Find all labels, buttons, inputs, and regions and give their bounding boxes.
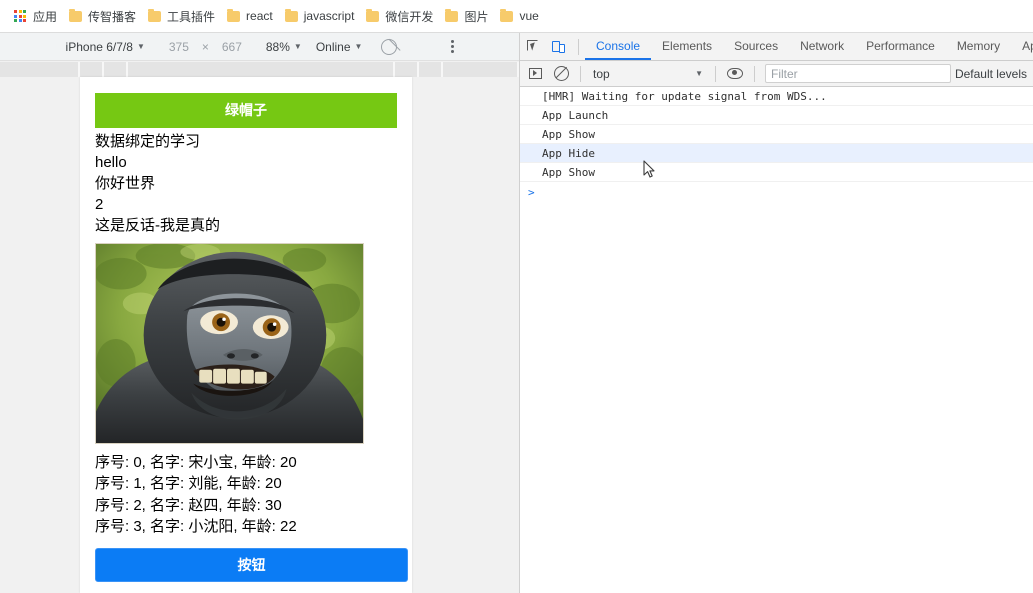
folder-icon bbox=[500, 11, 513, 22]
console-log-row[interactable]: App Hide bbox=[520, 144, 1033, 163]
apps-grid-icon bbox=[14, 10, 26, 22]
network-value: Online bbox=[316, 40, 351, 54]
device-select[interactable]: iPhone 6/7/8 ▼ bbox=[63, 40, 148, 54]
console-log-row[interactable]: [HMR] Waiting for update signal from WDS… bbox=[520, 87, 1033, 106]
device-name: iPhone 6/7/8 bbox=[66, 40, 133, 54]
page-title: 绿帽子 bbox=[95, 93, 397, 128]
browser-window: 应用 传智播客 工具插件 react javascript 微信开发 图片 vue iPho… bbox=[0, 0, 1033, 593]
console-toolbar: top ▼ Default levels bbox=[520, 61, 1033, 87]
list-item: 序号: 0, 名字: 宋小宝, 年龄: 20 bbox=[95, 452, 397, 474]
tab-console[interactable]: Console bbox=[585, 33, 651, 60]
bookmark-item[interactable]: 图片 bbox=[439, 5, 494, 27]
bookmark-item[interactable]: 工具插件 bbox=[142, 5, 221, 27]
tab-appli[interactable]: Appli bbox=[1011, 33, 1033, 60]
folder-icon bbox=[285, 11, 298, 22]
page-text-line: hello bbox=[95, 152, 397, 173]
network-throttle-select[interactable]: Online ▼ bbox=[313, 40, 366, 54]
toolbar-divider bbox=[578, 39, 579, 55]
console-log-row[interactable]: App Launch bbox=[520, 106, 1033, 125]
folder-icon bbox=[445, 11, 458, 22]
bookmark-item[interactable]: javascript bbox=[279, 5, 361, 27]
list-item: 序号: 3, 名字: 小沈阳, 年龄: 22 bbox=[95, 516, 397, 538]
chevron-down-icon: ▼ bbox=[355, 43, 363, 51]
dimension-separator: × bbox=[202, 40, 209, 54]
page-text-line: 这是反话-我是真的 bbox=[95, 215, 397, 236]
kebab-menu-icon[interactable] bbox=[449, 38, 456, 55]
console-log-row[interactable]: App Show bbox=[520, 125, 1033, 144]
execution-context-value: top bbox=[593, 67, 610, 81]
rendered-page: 绿帽子 数据绑定的学习hello你好世界2这是反话-我是真的 bbox=[80, 77, 412, 593]
folder-icon bbox=[69, 11, 82, 22]
page-text-line: 你好世界 bbox=[95, 173, 397, 194]
toolbar-divider bbox=[580, 66, 581, 82]
clear-console-icon[interactable] bbox=[548, 61, 574, 87]
record-list: 序号: 0, 名字: 宋小宝, 年龄: 20序号: 1, 名字: 刘能, 年龄:… bbox=[95, 452, 397, 538]
tab-memory[interactable]: Memory bbox=[946, 33, 1011, 60]
devtools-tabbar: ConsoleElementsSourcesNetworkPerformance… bbox=[520, 33, 1033, 61]
viewport-height-input[interactable]: 667 bbox=[215, 40, 249, 54]
bookmark-item[interactable]: react bbox=[221, 5, 279, 27]
live-expression-icon[interactable] bbox=[722, 61, 748, 87]
console-log-area[interactable]: [HMR] Waiting for update signal from WDS… bbox=[520, 87, 1033, 592]
zoom-value: 88% bbox=[266, 40, 290, 54]
tab-network[interactable]: Network bbox=[789, 33, 855, 60]
bookmarks-bar: 应用 传智播客 工具插件 react javascript 微信开发 图片 vue bbox=[0, 0, 1033, 33]
viewport-ruler bbox=[0, 62, 519, 77]
text-lines: 数据绑定的学习hello你好世界2这是反话-我是真的 bbox=[95, 128, 397, 236]
action-button[interactable]: 按钮 bbox=[95, 548, 408, 582]
inspect-element-icon[interactable] bbox=[520, 34, 546, 60]
bookmark-label: javascript bbox=[304, 9, 355, 23]
chevron-down-icon: ▼ bbox=[294, 43, 302, 51]
bookmark-label: 微信开发 bbox=[385, 8, 433, 25]
list-item: 序号: 2, 名字: 赵四, 年龄: 30 bbox=[95, 495, 397, 517]
tab-performance[interactable]: Performance bbox=[855, 33, 946, 60]
device-toolbar-icon[interactable] bbox=[546, 34, 572, 60]
toolbar-divider bbox=[754, 66, 755, 82]
tab-elements[interactable]: Elements bbox=[651, 33, 723, 60]
console-filter-input[interactable] bbox=[765, 64, 951, 83]
execution-context-select[interactable]: top ▼ bbox=[587, 67, 709, 81]
folder-icon bbox=[227, 11, 240, 22]
prompt-caret-icon: > bbox=[528, 186, 535, 199]
devtools-panel: ConsoleElementsSourcesNetworkPerformance… bbox=[519, 33, 1033, 593]
device-viewport: 绿帽子 数据绑定的学习hello你好世界2这是反话-我是真的 bbox=[0, 77, 519, 593]
zoom-select[interactable]: 88% ▼ bbox=[263, 40, 305, 54]
bookmark-label: 图片 bbox=[464, 8, 488, 25]
list-item: 序号: 1, 名字: 刘能, 年龄: 20 bbox=[95, 473, 397, 495]
page-text-line: 2 bbox=[95, 194, 397, 215]
bookmark-item[interactable]: 传智播客 bbox=[63, 5, 142, 27]
bookmark-apps[interactable]: 应用 bbox=[6, 5, 63, 27]
console-sidebar-icon[interactable] bbox=[522, 61, 548, 87]
viewport-width-input[interactable]: 375 bbox=[162, 40, 196, 54]
chevron-down-icon: ▼ bbox=[695, 70, 703, 78]
device-emulation-pane: iPhone 6/7/8 ▼ 375 × 667 88% ▼ Online ▼ bbox=[0, 33, 519, 593]
log-levels-select[interactable]: Default levels bbox=[955, 67, 1031, 81]
toolbar-divider bbox=[715, 66, 716, 82]
bookmark-item[interactable]: vue bbox=[494, 5, 544, 27]
console-log-row[interactable]: App Show bbox=[520, 163, 1033, 182]
chevron-down-icon: ▼ bbox=[137, 43, 145, 51]
bookmark-item[interactable]: 微信开发 bbox=[360, 5, 439, 27]
tab-sources[interactable]: Sources bbox=[723, 33, 789, 60]
bookmark-label: vue bbox=[519, 9, 538, 23]
no-throttling-icon[interactable] bbox=[381, 39, 397, 55]
monkey-selfie-image bbox=[95, 243, 364, 444]
page-text-line: 数据绑定的学习 bbox=[95, 131, 397, 152]
folder-icon bbox=[148, 11, 161, 22]
bookmark-apps-label: 应用 bbox=[33, 8, 57, 25]
bookmark-label: 传智播客 bbox=[88, 8, 136, 25]
bookmark-label: 工具插件 bbox=[167, 8, 215, 25]
device-toolbar: iPhone 6/7/8 ▼ 375 × 667 88% ▼ Online ▼ bbox=[0, 33, 519, 61]
folder-icon bbox=[366, 11, 379, 22]
bookmark-label: react bbox=[246, 9, 273, 23]
console-prompt[interactable]: > bbox=[520, 182, 1033, 201]
